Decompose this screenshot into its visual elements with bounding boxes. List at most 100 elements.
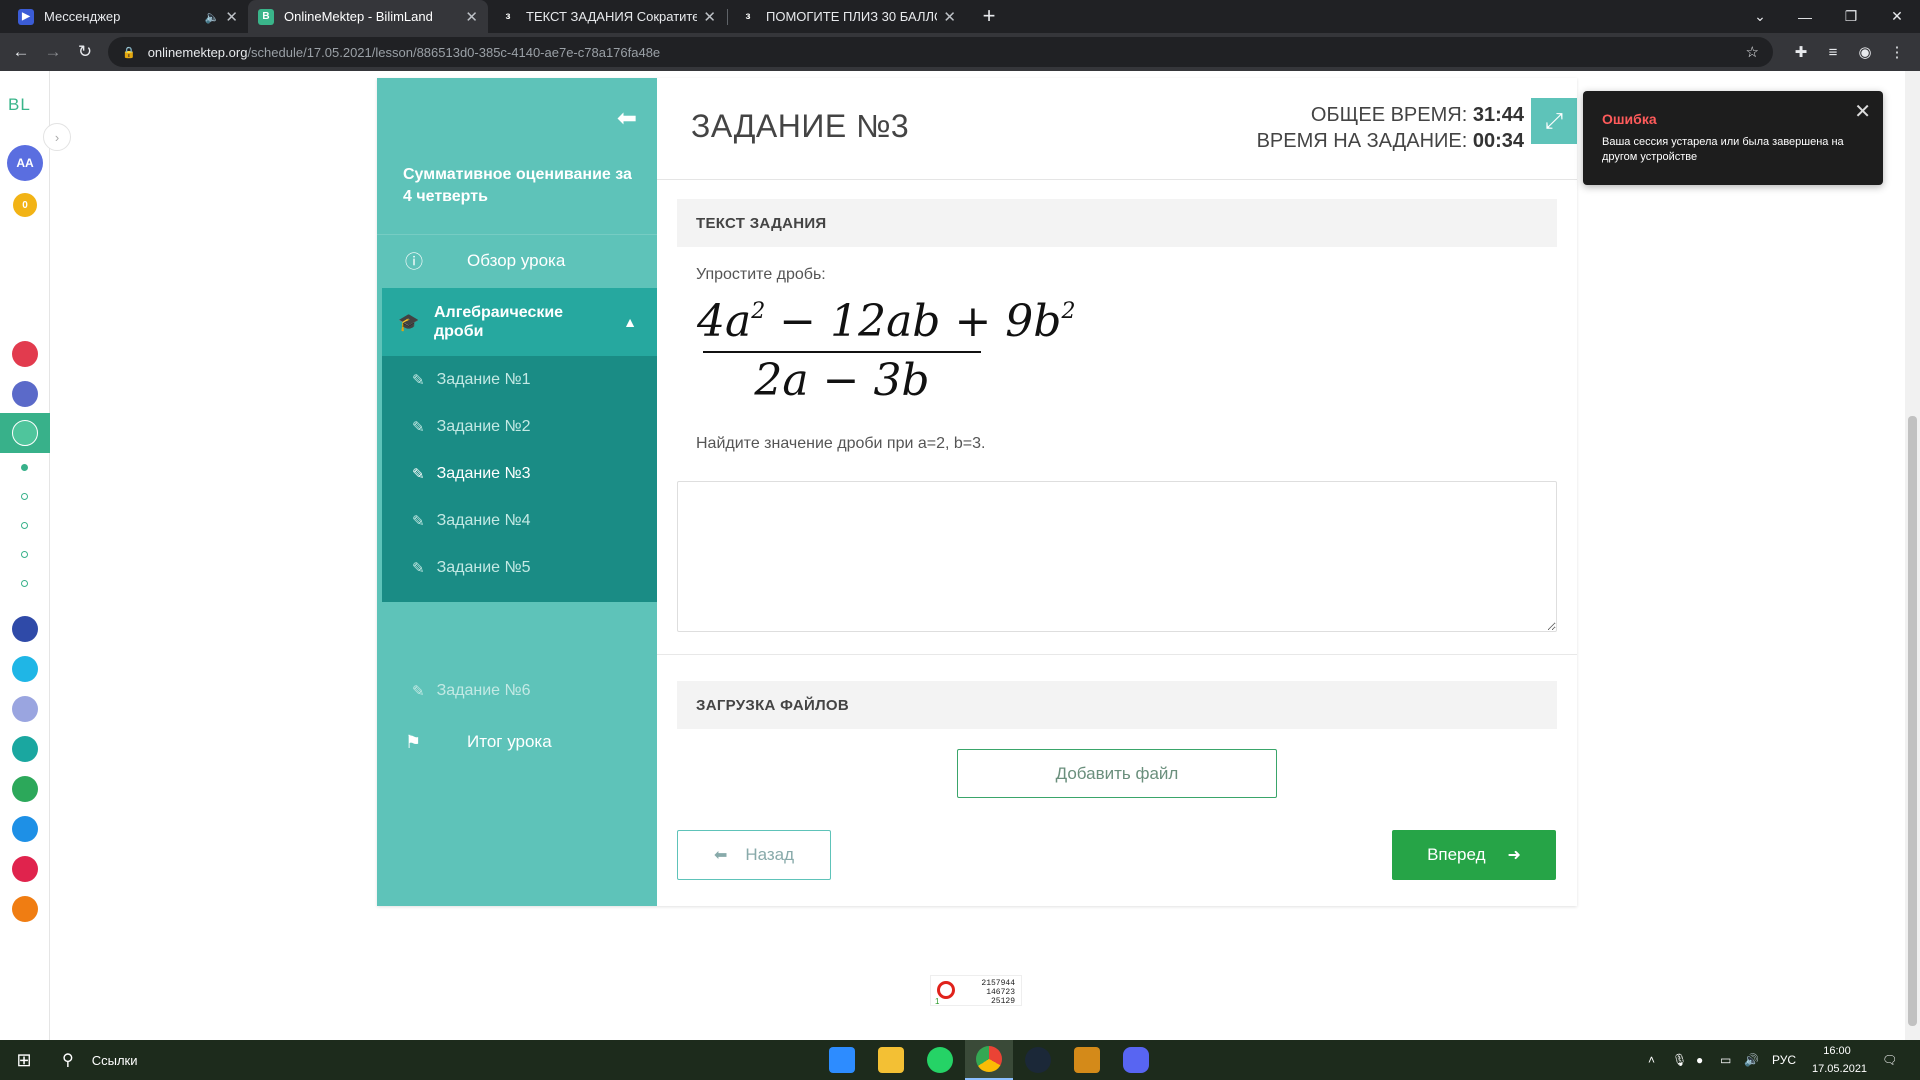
clock-date: 17.05.2021 [1812, 1063, 1868, 1075]
sidebar-item-task-3[interactable]: ✎ Задание №3 [382, 450, 657, 497]
bilim-class-icon[interactable] [12, 736, 38, 762]
answer-textarea[interactable] [677, 481, 1557, 632]
rail-dot[interactable] [21, 464, 28, 471]
close-icon[interactable]: ✕ [1854, 99, 1871, 124]
page-scrollbar[interactable] [1905, 71, 1920, 1040]
discord-icon[interactable] [1112, 1040, 1160, 1080]
network-icon[interactable]: ▭ [1720, 1040, 1731, 1080]
toast-message: Ваша сессия устарела или была завершена … [1602, 136, 1844, 163]
chrome-icon[interactable] [965, 1040, 1013, 1080]
rail-dot[interactable] [21, 493, 28, 500]
rail-dot[interactable] [21, 580, 28, 587]
bookmark-star-icon[interactable]: ☆ [1746, 43, 1759, 61]
sidebar-item-task-4[interactable]: ✎ Задание №4 [382, 497, 657, 544]
scrollbar-thumb[interactable] [1908, 416, 1917, 1026]
sidebar-item-task-2[interactable]: ✎ Задание №2 [382, 403, 657, 450]
timer-total-label: ОБЩЕЕ ВРЕМЯ: [1310, 104, 1468, 126]
back-button[interactable]: ⬅ Назад [677, 830, 831, 880]
edit-icon: ✎ [412, 682, 425, 700]
twig-icon[interactable] [12, 856, 38, 882]
new-tab-button[interactable]: + [976, 3, 1002, 29]
file-explorer-icon[interactable] [867, 1040, 915, 1080]
tab-znanija-2[interactable]: з ПОМОГИТЕ ПЛИЗ 30 БАЛЛОВ Б ✕ [730, 0, 966, 33]
browser-tab-bar: ▶ Мессенджер 🔈 ✕ B OnlineMektep - BilimL… [0, 0, 1920, 33]
timer-task: ВРЕМЯ НА ЗАДАНИЕ: 00:34 [1257, 130, 1524, 153]
microphone-icon[interactable]: 🎙 [1672, 1040, 1687, 1080]
avatar[interactable]: AA [7, 145, 43, 181]
edit-icon: ✎ [412, 559, 425, 577]
fraction-bar [703, 351, 981, 353]
bilimland-logo[interactable]: BL [8, 95, 31, 115]
reload-icon[interactable]: ↻ [70, 37, 100, 67]
menu-icon[interactable]: ⋮ [1882, 37, 1912, 67]
tray-chevron-up-icon[interactable]: ˄ [1648, 1040, 1655, 1080]
bilim-land-icon[interactable] [12, 776, 38, 802]
bilim-icon[interactable] [12, 381, 38, 407]
language-indicator[interactable]: РУС [1772, 1040, 1796, 1080]
reading-list-icon[interactable]: ≡ [1818, 37, 1848, 67]
task-label: Задание №5 [436, 558, 531, 576]
taskbar-search[interactable]: ⚲ Ссылки [56, 1040, 356, 1080]
messenger-icon: ▶ [18, 8, 34, 25]
sidebar-item-task-6-label[interactable]: ✎ Задание №6 [382, 667, 657, 714]
tasks-icon[interactable] [12, 816, 38, 842]
rail-active-item[interactable] [0, 413, 50, 453]
forward-arrow-icon[interactable]: → [38, 37, 68, 67]
fullscreen-icon[interactable]: ⤢ [1531, 98, 1577, 144]
add-file-button[interactable]: Добавить файл [957, 749, 1277, 798]
arrow-left-icon[interactable]: ⬅ [617, 104, 637, 133]
sidebar-item-summary[interactable]: ⚑ Итог урока [377, 716, 657, 768]
minimize-button[interactable]: — [1782, 0, 1828, 33]
close-icon[interactable]: ✕ [225, 8, 238, 26]
zoom-app-icon[interactable] [818, 1040, 866, 1080]
shop-icon[interactable] [12, 341, 38, 367]
address-bar[interactable]: 🔒 onlinemektep.org /schedule/17.05.2021/… [108, 37, 1773, 67]
search-icon: ⚲ [62, 1052, 74, 1069]
csgo-icon[interactable] [1063, 1040, 1111, 1080]
task-prompt: Упростите дробь: [696, 266, 826, 283]
next-button[interactable]: Вперед ➜ [1392, 830, 1556, 880]
volume-icon[interactable]: 🔊 [1744, 1040, 1759, 1080]
coins-badge[interactable]: 0 [13, 193, 37, 217]
restore-button[interactable]: ❐ [1828, 0, 1874, 33]
chevron-up-icon[interactable]: ▲ [623, 313, 637, 332]
tab-messenger[interactable]: ▶ Мессенджер 🔈 ✕ [8, 0, 248, 33]
close-icon[interactable]: ✕ [703, 8, 716, 26]
taskbar-clock[interactable]: 16:00 17.05.2021 [1812, 1042, 1868, 1078]
notifications-icon[interactable]: 🗨 [1882, 1040, 1897, 1080]
chevron-right-icon[interactable]: › [43, 123, 71, 151]
sidebar-section-algebraic-fractions[interactable]: 🎓 Алгебраические дроби ▲ [382, 288, 657, 356]
close-window-button[interactable]: ✕ [1874, 0, 1920, 33]
keyboard-icon[interactable] [12, 696, 38, 722]
smart-nation-icon[interactable] [12, 616, 38, 642]
tab-separator [727, 9, 728, 25]
rail-dot[interactable] [21, 551, 28, 558]
close-icon[interactable]: ✕ [943, 8, 956, 26]
sidebar-item-overview[interactable]: ⓘ Обзор урока [377, 234, 657, 286]
extensions-icon[interactable]: ✚ [1786, 37, 1816, 67]
bilimland-icon: B [258, 8, 274, 25]
whatsapp-icon[interactable] [916, 1040, 964, 1080]
sidebar-item-task-5[interactable]: ✎ Задание №5 [382, 544, 657, 591]
tab-onlinemektep[interactable]: B OnlineMektep - BilimLand ✕ [248, 0, 488, 33]
speaker-icon[interactable]: 🔈 [204, 10, 219, 24]
edit-icon: ✎ [412, 465, 425, 483]
edit-icon: ✎ [412, 418, 425, 436]
lesson-icon[interactable] [12, 896, 38, 922]
tray-app-icon[interactable]: ● [1696, 1040, 1703, 1080]
sidebar-item-task-1[interactable]: ✎ Задание №1 [382, 356, 657, 403]
close-icon[interactable]: ✕ [465, 8, 478, 26]
help-icon[interactable] [12, 656, 38, 682]
profile-avatar-icon[interactable]: ◉ [1850, 37, 1880, 67]
task-content: ЗАДАНИЕ №3 ОБЩЕЕ ВРЕМЯ: 31:44 ВРЕМЯ НА З… [657, 78, 1577, 906]
rail-dot[interactable] [21, 522, 28, 529]
sidebar-item-task-6[interactable] [382, 591, 657, 602]
windows-start-icon[interactable]: ⊞ [0, 1040, 48, 1080]
task-label: Задание №6 [436, 681, 531, 699]
steam-icon[interactable] [1014, 1040, 1062, 1080]
back-arrow-icon[interactable]: ← [6, 37, 36, 67]
tab-znanija-1[interactable]: з ТЕКСТ ЗАДАНИЯ Сократите дро ✕ [490, 0, 726, 33]
lesson-panel: ⬅ Суммативное оценивание за 4 четверть ⓘ… [377, 78, 1577, 906]
visit-counter[interactable]: 1 2157944 146723 25129 [930, 975, 1022, 1006]
tab-search-icon[interactable]: ⌄ [1737, 0, 1783, 33]
